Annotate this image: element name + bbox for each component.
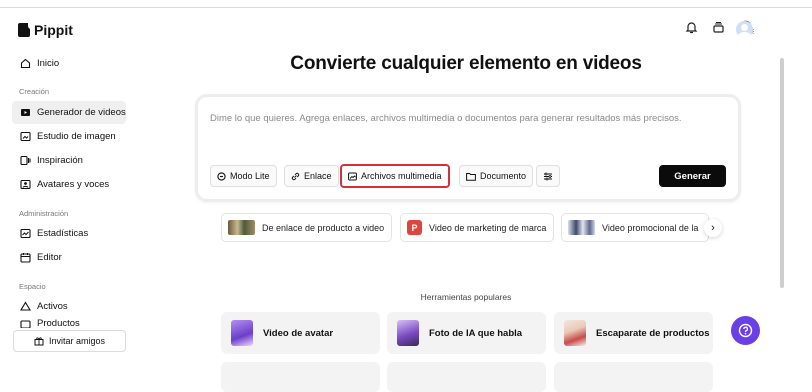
suggestion-promo-video[interactable]: Video promocional de la xyxy=(561,213,709,242)
sidebar-item-activos[interactable]: Activos xyxy=(12,295,126,318)
settings-button[interactable] xyxy=(536,165,560,187)
suggestion-brand-marketing[interactable]: P Video de marketing de marca xyxy=(400,213,554,242)
tool-card-talking-photo[interactable]: Foto de IA que habla xyxy=(387,312,546,354)
calendar-icon xyxy=(20,253,31,263)
link-icon xyxy=(291,172,300,180)
tool-card-partial[interactable] xyxy=(554,362,713,392)
section-label-administracion: Administración xyxy=(19,209,69,218)
folder-icon xyxy=(466,172,476,181)
avatar-voice-icon xyxy=(20,179,31,190)
sidebar-item-label: Inspiración xyxy=(37,155,83,166)
user-avatar[interactable] xyxy=(736,21,753,38)
sidebar-item-label: Estadísticas xyxy=(37,228,89,239)
tool-label: Foto de IA que habla xyxy=(429,327,523,339)
app-name: Pippit xyxy=(34,22,73,38)
sidebar-item-avatares-y-voces[interactable]: Avatares y voces xyxy=(12,173,126,196)
bell-icon[interactable] xyxy=(685,20,698,34)
brand-badge-icon: P xyxy=(407,220,422,235)
invite-label: Invitar amigos xyxy=(48,336,106,346)
invite-friends-button[interactable]: Invitar amigos xyxy=(13,330,126,352)
tool-card-avatar-video[interactable]: Video de avatar xyxy=(221,312,380,354)
section-label-espacio: Espacio xyxy=(19,282,46,291)
inspiration-icon xyxy=(20,155,31,166)
chip-label: Archivos multimedia xyxy=(361,171,442,181)
products-icon xyxy=(20,320,31,328)
lite-mode-icon xyxy=(217,171,226,181)
storage-icon[interactable] xyxy=(712,21,725,34)
sidebar-item-label: Estudio de imagen xyxy=(37,131,116,142)
analytics-icon xyxy=(20,228,31,239)
home-icon xyxy=(20,58,31,69)
document-button[interactable]: Documento xyxy=(459,165,534,187)
sliders-icon xyxy=(544,172,552,180)
prompt-box[interactable]: Dime lo que quieres. Agrega enlaces, arc… xyxy=(195,94,741,202)
sidebar-item-label: Inicio xyxy=(37,58,60,69)
sidebar-item-inspiracion[interactable]: Inspiración xyxy=(12,149,126,172)
tool-label: Escaparate de productos xyxy=(596,327,710,339)
suggestion-thumbnail xyxy=(568,220,595,235)
image-icon xyxy=(348,172,357,180)
suggestion-label: Video de marketing de marca xyxy=(429,222,547,233)
link-button[interactable]: Enlace xyxy=(284,165,339,187)
pippit-logo-icon xyxy=(18,23,33,37)
sidebar-item-generador-de-videos[interactable]: Generador de videos xyxy=(12,101,126,124)
media-files-button[interactable]: Archivos multimedia xyxy=(340,164,450,188)
suggestion-product-link[interactable]: De enlace de producto a video xyxy=(221,213,392,242)
tool-card-partial[interactable] xyxy=(221,362,380,392)
suggestion-label: De enlace de producto a video xyxy=(262,222,385,233)
chip-label: Modo Lite xyxy=(230,171,270,181)
modo-lite-button[interactable]: Modo Lite xyxy=(210,165,277,187)
sidebar-item-estudio-de-imagen[interactable]: Estudio de imagen xyxy=(12,125,126,148)
sidebar-item-label: Generador de videos xyxy=(37,107,126,118)
video-generator-icon xyxy=(21,109,30,116)
sidebar-item-estadisticas[interactable]: Estadísticas xyxy=(12,222,126,245)
sidebar-item-editor[interactable]: Editor xyxy=(12,246,126,269)
gift-icon xyxy=(34,337,44,346)
scrollbar[interactable] xyxy=(780,58,784,288)
tool-label: Video de avatar xyxy=(263,327,334,339)
prompt-input[interactable]: Dime lo que quieres. Agrega enlaces, arc… xyxy=(210,113,682,124)
sidebar-item-label: Editor xyxy=(37,252,62,263)
chip-label: Documento xyxy=(480,171,527,181)
app-logo[interactable]: Pippit xyxy=(18,22,73,38)
assets-icon xyxy=(20,301,31,311)
section-label-creacion: Creación xyxy=(19,87,50,96)
top-strip xyxy=(0,0,812,8)
chevron-right-icon[interactable]: › xyxy=(704,219,722,237)
help-button[interactable] xyxy=(731,316,760,345)
sidebar-item-label: Avatares y voces xyxy=(37,179,110,190)
sidebar-item-label: Productos xyxy=(37,318,80,328)
tool-thumbnail xyxy=(397,320,419,346)
tool-thumbnail xyxy=(564,320,586,346)
chip-label: Enlace xyxy=(304,171,332,181)
popular-tools-heading: Herramientas populares xyxy=(420,292,512,302)
tool-card-product-showcase[interactable]: Escaparate de productos xyxy=(554,312,713,354)
sidebar-item-productos[interactable]: Productos xyxy=(12,318,126,328)
suggestion-thumbnail xyxy=(228,220,255,235)
tool-card-partial[interactable] xyxy=(387,362,546,392)
sidebar-item-label: Activos xyxy=(37,301,68,312)
generate-button[interactable]: Generar xyxy=(659,165,726,187)
sidebar-item-inicio[interactable]: Inicio xyxy=(12,52,126,75)
tool-thumbnail xyxy=(231,320,253,346)
page-title: Convierte cualquier elemento en videos xyxy=(290,53,642,74)
suggestion-label: Video promocional de la xyxy=(602,222,699,233)
help-icon xyxy=(738,323,753,338)
image-studio-icon xyxy=(20,131,31,142)
